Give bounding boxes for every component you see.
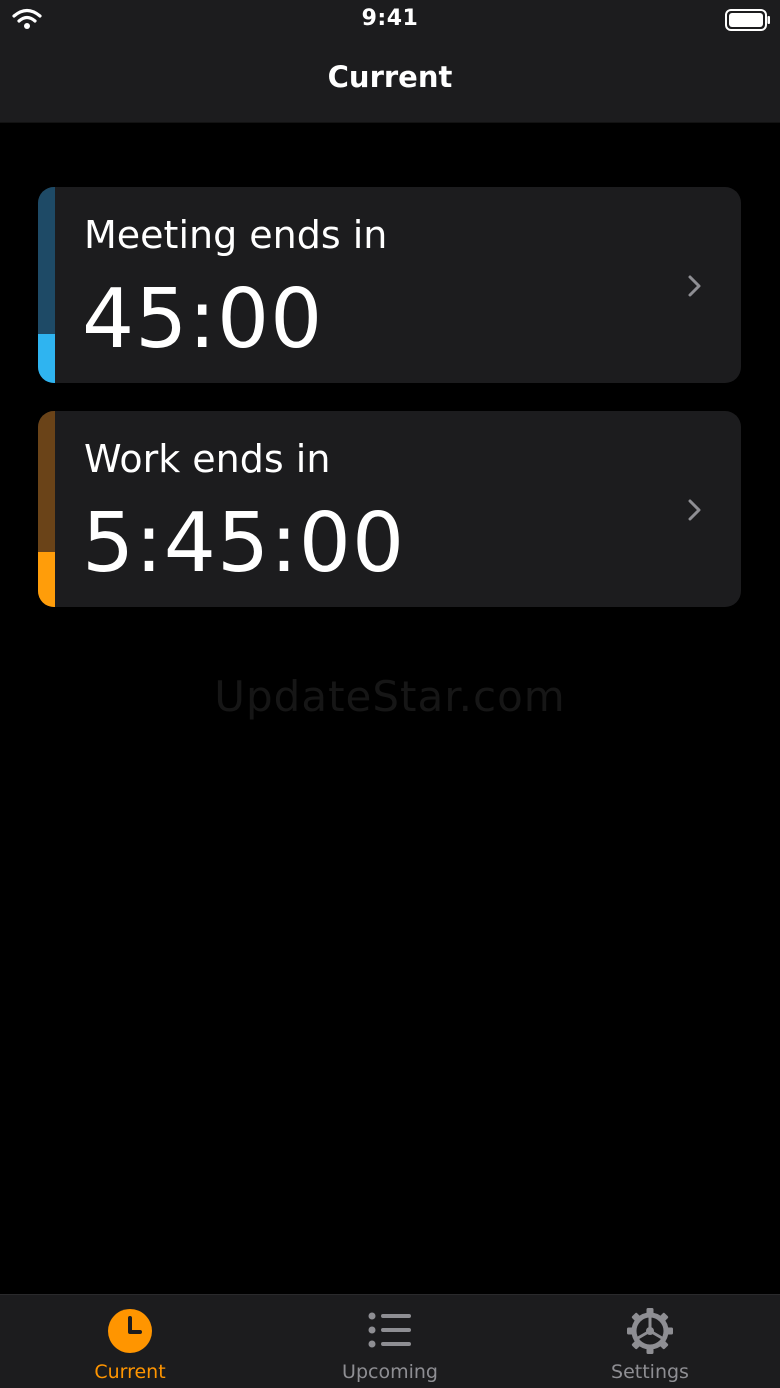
- timer-countdown: 5:45:00: [82, 496, 406, 591]
- tab-current[interactable]: Current: [0, 1295, 260, 1388]
- chevron-right-icon: [687, 498, 703, 526]
- chevron-right-icon: [687, 274, 703, 302]
- watermark: UpdateStar.com: [214, 672, 566, 721]
- status-time: 9:41: [361, 6, 419, 31]
- tab-settings[interactable]: Settings: [520, 1295, 780, 1388]
- timer-label: Meeting ends in: [84, 213, 388, 257]
- tab-label: Settings: [611, 1361, 689, 1383]
- timer-card-work[interactable]: Work ends in 5:45:00: [38, 411, 741, 607]
- battery-icon: [725, 9, 771, 35]
- tab-label: Current: [94, 1361, 166, 1383]
- progress-stripe-fill: [38, 334, 55, 383]
- timer-countdown: 45:00: [82, 272, 324, 367]
- tab-label: Upcoming: [342, 1361, 438, 1383]
- gear-icon: [626, 1307, 674, 1359]
- tab-bar: Current Upcoming Settings: [0, 1294, 780, 1388]
- clock-icon: [106, 1307, 154, 1359]
- progress-stripe: [38, 411, 55, 607]
- progress-stripe-fill: [38, 552, 55, 607]
- timer-card-meeting[interactable]: Meeting ends in 45:00: [38, 187, 741, 383]
- list-icon: [368, 1312, 412, 1352]
- page-title: Current: [327, 60, 453, 94]
- tab-upcoming[interactable]: Upcoming: [260, 1295, 520, 1388]
- navigation-bar: Current: [0, 40, 780, 123]
- progress-stripe: [38, 187, 55, 383]
- status-bar: 9:41: [0, 0, 780, 40]
- timer-label: Work ends in: [84, 437, 331, 481]
